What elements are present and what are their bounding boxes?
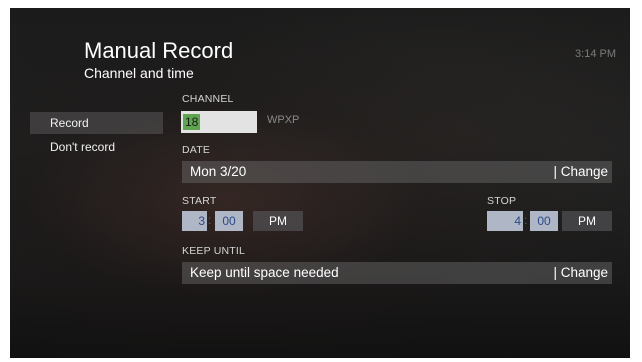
start-minute-field[interactable]: 00 [215, 211, 243, 231]
keep-until-value: Keep until space needed [190, 265, 339, 280]
date-row[interactable]: Mon 3/20 | Change [182, 161, 612, 183]
channel-call-sign: WPXP [267, 114, 300, 126]
start-ampm-toggle[interactable]: PM [253, 211, 303, 231]
stop-minute-field[interactable]: 00 [530, 211, 558, 231]
page-subtitle: Channel and time [84, 65, 194, 81]
channel-number: 18 [183, 114, 201, 130]
tv-screen: Manual Record Channel and time 3:14 PM R… [10, 8, 630, 358]
channel-input[interactable]: 18 [181, 111, 257, 133]
menu-item-label: Don't record [50, 140, 115, 154]
stop-label: STOP [487, 195, 517, 207]
start-time-separator: : [208, 213, 212, 227]
menu-item-dont-record[interactable]: Don't record [30, 136, 163, 158]
page-title: Manual Record [84, 38, 234, 63]
stop-time-separator: : [524, 213, 528, 227]
channel-label: CHANNEL [182, 93, 234, 105]
menu-item-label: Record [50, 116, 89, 130]
clock: 3:14 PM [575, 48, 616, 60]
stop-ampm-toggle[interactable]: PM [562, 211, 612, 231]
start-label: START [182, 195, 217, 207]
keep-until-row[interactable]: Keep until space needed | Change [182, 262, 612, 284]
keep-until-change-button[interactable]: | Change [553, 262, 608, 284]
menu-item-record[interactable]: Record [30, 112, 163, 134]
keep-until-label: KEEP UNTIL [182, 245, 246, 257]
start-hour-field[interactable]: 3 [182, 211, 207, 231]
date-label: DATE [182, 144, 211, 156]
stop-hour-field[interactable]: 4 [487, 211, 523, 231]
date-change-button[interactable]: | Change [553, 161, 608, 183]
date-value: Mon 3/20 [190, 164, 247, 179]
